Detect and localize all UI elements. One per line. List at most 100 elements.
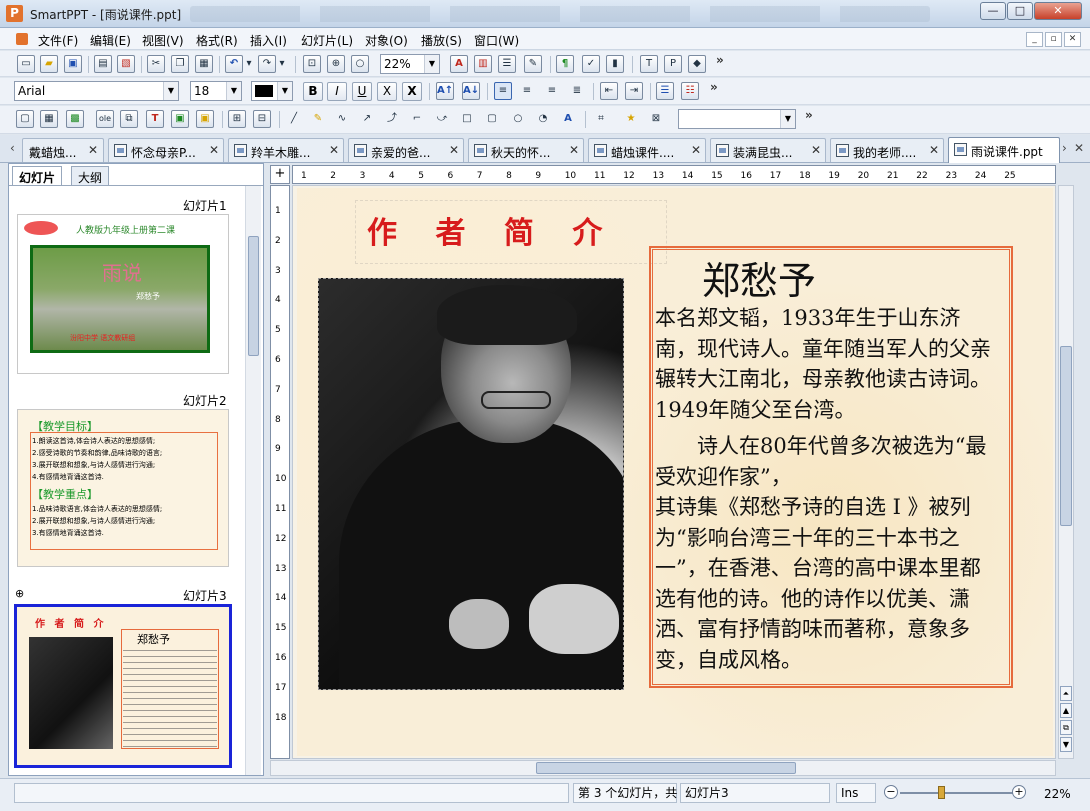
text-box-icon[interactable]: A	[450, 55, 468, 73]
redo-icon[interactable]: ↷	[258, 55, 276, 73]
grow-font-icon[interactable]: A↑	[436, 82, 454, 100]
italic-button[interactable]: I	[327, 82, 347, 101]
tabs-scroll-right-icon[interactable]: ›	[1062, 141, 1067, 155]
slide-thumbnail-1[interactable]: 人教版九年级上册第二课 雨说 郑愁予 汾阳中学 语文教研组	[17, 214, 229, 374]
slide-title[interactable]: 作 者 简 介	[367, 208, 616, 252]
page-setup-icon[interactable]: P	[664, 55, 682, 73]
ellipse-tool-icon[interactable]: ○	[509, 110, 527, 128]
close-icon[interactable]: ✕	[811, 143, 821, 157]
zoom-in-button[interactable]: +	[1012, 785, 1026, 799]
tabs-close-icon[interactable]: ✕	[1074, 141, 1084, 155]
menu-file[interactable]: 文件(F)	[38, 32, 78, 49]
close-icon[interactable]: ✕	[449, 143, 459, 157]
list-icon[interactable]: ☰	[498, 55, 516, 73]
shadow-button[interactable]: X	[402, 82, 422, 101]
rectangle-tool-icon[interactable]: □	[458, 110, 476, 128]
status-insert-mode[interactable]: Ins	[836, 783, 876, 803]
fit-slide-icon[interactable]: ⊡	[303, 55, 321, 73]
font-select[interactable]: Arial ▼	[14, 81, 179, 101]
first-slide-icon[interactable]: ⏶	[1060, 686, 1072, 701]
text-frame-icon[interactable]: T	[146, 110, 164, 128]
format-painter-icon[interactable]: ✎	[524, 55, 542, 73]
doc-tab[interactable]: 羚羊木雕... ✕	[228, 138, 344, 162]
curve-tool-icon[interactable]: ∿	[333, 110, 351, 128]
star-effect-icon[interactable]: ★	[622, 110, 640, 128]
toolbar1-more-icon[interactable]: »	[716, 53, 724, 67]
close-icon[interactable]: ✕	[88, 143, 98, 157]
canvas-hscroll-thumb[interactable]	[536, 762, 796, 774]
check-icon[interactable]: ✓	[582, 55, 600, 73]
maximize-button[interactable]: □	[1007, 2, 1033, 20]
slide-canvas[interactable]: 作 者 简 介 郑愁予 本名郑文韬，1933年生于山东济南，现代诗人。童年随当军…	[292, 185, 1056, 759]
table-icon[interactable]: ▦	[40, 110, 58, 128]
copy-icon[interactable]: ❐	[171, 55, 189, 73]
style-select[interactable]: ▼	[678, 109, 796, 129]
template-icon[interactable]: T	[640, 55, 658, 73]
bar-chart-icon[interactable]: ▮	[606, 55, 624, 73]
crop-icon[interactable]: ⌗	[592, 110, 610, 128]
undo-icon[interactable]: ↶	[225, 55, 243, 73]
menu-insert[interactable]: 插入(I)	[250, 32, 287, 49]
tab-slides[interactable]: 幻灯片	[12, 166, 63, 186]
doc-tab[interactable]: 怀念母亲P... ✕	[108, 138, 224, 162]
paste-icon[interactable]: ▦	[195, 55, 213, 73]
align-right-icon[interactable]: ≡	[543, 82, 561, 100]
close-icon[interactable]: ✕	[209, 143, 219, 157]
align-center-icon[interactable]: ≡	[518, 82, 536, 100]
tabs-scroll-left-icon[interactable]: ‹	[10, 141, 15, 155]
doc-tab[interactable]: 装满昆虫... ✕	[710, 138, 826, 162]
slide-thumbnail-3-selected[interactable]: 作 者 简 介 郑愁予	[14, 604, 232, 768]
undo-dropdown-icon[interactable]: ▾	[244, 55, 254, 73]
ole-object-icon[interactable]: ole	[96, 110, 114, 128]
layers-icon[interactable]: ◆	[688, 55, 706, 73]
strikethrough-button[interactable]: X	[377, 82, 397, 101]
group-icon[interactable]: ⊞	[228, 110, 246, 128]
zoom-slider-track[interactable]	[900, 792, 1018, 794]
close-icon[interactable]: ✕	[691, 143, 701, 157]
canvas-vscroll-thumb[interactable]	[1060, 346, 1072, 526]
underline-button[interactable]: U	[352, 82, 372, 101]
mdi-close-button[interactable]: ✕	[1064, 32, 1081, 47]
doc-tab-active[interactable]: 雨说课件.ppt	[948, 137, 1060, 163]
menu-play[interactable]: 播放(S)	[421, 32, 462, 49]
next-slide-icon[interactable]: ▼	[1060, 737, 1072, 752]
panel-scroll-thumb[interactable]	[248, 236, 259, 356]
save-icon[interactable]: ▣	[64, 55, 82, 73]
font-size-select[interactable]: 18 ▼	[190, 81, 242, 101]
close-icon[interactable]: ✕	[329, 143, 339, 157]
effects-icon[interactable]: ⊠	[647, 110, 665, 128]
bio-text[interactable]: 本名郑文韬，1933年生于山东济南，现代诗人。童年随当军人的父亲辗转大江南北，母…	[655, 303, 1000, 675]
connector-icon[interactable]: ⤴	[383, 110, 401, 128]
new-icon[interactable]: ▭	[17, 55, 35, 73]
canvas-horizontal-scrollbar[interactable]	[270, 760, 1056, 776]
slide-3[interactable]: 作 者 简 介 郑愁予 本名郑文韬，1933年生于山东济南，现代诗人。童年随当军…	[297, 188, 1053, 756]
redo-dropdown-icon[interactable]: ▾	[277, 55, 287, 73]
pdf-icon[interactable]: ▧	[117, 55, 135, 73]
increase-indent-icon[interactable]: ⇥	[625, 82, 643, 100]
picture-frame-icon[interactable]: ▣	[171, 110, 189, 128]
media-icon[interactable]: ⧉	[120, 110, 138, 128]
paragraph-mark-icon[interactable]: ¶	[556, 55, 574, 73]
doc-tab[interactable]: 我的老师.... ✕	[830, 138, 944, 162]
print-icon[interactable]: ▤	[94, 55, 112, 73]
wordart-icon[interactable]: A	[559, 110, 577, 128]
rounded-rectangle-icon[interactable]: ▢	[483, 110, 501, 128]
menu-format[interactable]: 格式(R)	[196, 32, 238, 49]
curved-connector-icon[interactable]: ⤻	[433, 110, 451, 128]
tab-outline[interactable]: 大纲	[71, 166, 110, 186]
close-icon[interactable]: ✕	[569, 143, 579, 157]
doc-tab[interactable]: 秋天的怀... ✕	[468, 138, 584, 162]
open-folder-icon[interactable]: ▰	[40, 55, 58, 73]
mdi-minimize-button[interactable]: _	[1026, 32, 1043, 47]
menu-slide[interactable]: 幻灯片(L)	[301, 32, 353, 49]
duplicate-slide-icon[interactable]: ⧉	[1060, 720, 1072, 735]
zoom-slider-knob[interactable]	[937, 786, 945, 799]
image-icon[interactable]: ▩	[66, 110, 84, 128]
doc-tab[interactable]: 戴蜡烛... ✕	[22, 138, 104, 162]
numbered-list-icon[interactable]: ☷	[681, 82, 699, 100]
cut-icon[interactable]: ✂	[147, 55, 165, 73]
ruler-corner[interactable]: +	[270, 165, 290, 184]
author-name[interactable]: 郑愁予	[702, 250, 816, 305]
slide-thumbnail-2[interactable]: 【教学目标】 1.朗读这首诗,体会诗人表达的思想感情; 2.感受诗歌的节奏和韵律…	[17, 409, 229, 567]
select-frame-icon[interactable]: ▢	[16, 110, 34, 128]
